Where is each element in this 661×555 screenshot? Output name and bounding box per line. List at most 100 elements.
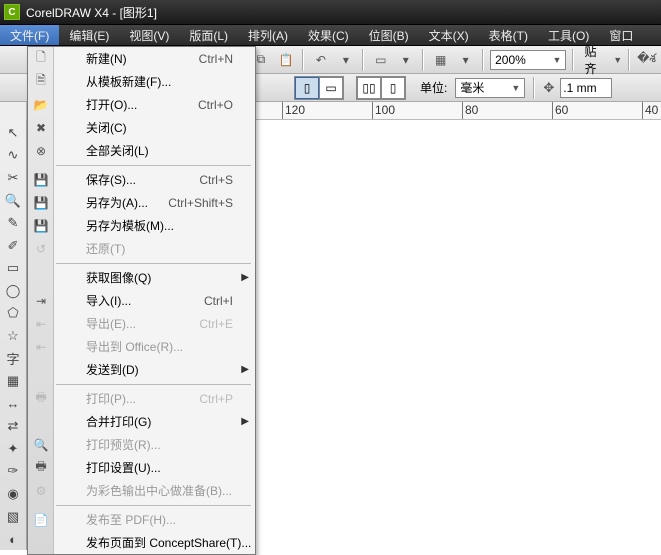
menu-item[interactable]: 🗎从模板新建(F)...: [28, 70, 255, 93]
menu-item-label: 打印设置(U)...: [54, 459, 255, 476]
tool-freehand-icon[interactable]: ✎: [2, 212, 25, 234]
menu-item[interactable]: ⇥导入(I)...Ctrl+I: [28, 289, 255, 312]
snap-label[interactable]: 贴齐: [584, 43, 607, 77]
menu-item[interactable]: 合并打印(G)▶: [28, 410, 255, 433]
revert-icon: ↺: [28, 242, 54, 256]
tool-shape-icon[interactable]: ∿: [2, 145, 25, 167]
template-icon: 🗎: [28, 71, 54, 92]
tool-fill-icon[interactable]: ▧: [2, 506, 25, 528]
menu-item-label: 发送到(D): [54, 361, 255, 378]
tool-pick-icon[interactable]: ↖: [2, 122, 25, 144]
paste-icon[interactable]: 📋: [275, 49, 296, 71]
tool-crop-icon[interactable]: ✂: [2, 167, 25, 189]
menu-item: 🖶打印(P)...Ctrl+P: [28, 387, 255, 410]
menu-item-label: 打开(O)...: [54, 96, 198, 113]
printset-icon: 🖶: [28, 457, 54, 478]
ruler-tick: 40: [642, 102, 643, 119]
menu-item[interactable]: 发布页面到 ConceptShare(T)...: [28, 531, 255, 554]
menu-item-label: 另存为(A)...: [54, 194, 168, 211]
menu-item[interactable]: 💾另存为(A)...Ctrl+Shift+S: [28, 191, 255, 214]
menu-4[interactable]: 排列(A): [238, 25, 298, 45]
tool-rect-icon[interactable]: ▭: [2, 257, 25, 279]
menu-item[interactable]: 📂打开(O)...Ctrl+O: [28, 93, 255, 116]
menu-item-label: 打印预览(R)...: [54, 436, 255, 453]
menu-item-label: 另存为模板(M)...: [54, 217, 255, 234]
tool-polygon-icon[interactable]: ⬠: [2, 303, 25, 325]
nudge-distance-input[interactable]: .1 mm: [560, 78, 612, 98]
menu-item[interactable]: 🗋新建(N)Ctrl+N: [28, 47, 255, 70]
menu-item-label: 获取图像(Q): [54, 269, 255, 286]
menu-6[interactable]: 位图(B): [359, 25, 419, 45]
app-icon: C: [4, 4, 20, 20]
menu-item-label: 为彩色输出中心做准备(B)...: [54, 482, 255, 499]
separator: [572, 49, 574, 71]
app-launcher-icon[interactable]: ▦: [430, 49, 451, 71]
tool-connector-icon[interactable]: ⇄: [2, 416, 25, 438]
menu-item: ⚙为彩色输出中心做准备(B)...: [28, 479, 255, 502]
zoom-level-combo[interactable]: 200% ▼: [490, 50, 566, 70]
ruler-tick: 120: [282, 102, 283, 119]
menu-item-label: 关闭(C): [54, 119, 255, 136]
menu-item-label: 导入(I)...: [54, 292, 204, 309]
toolbox: ↖∿✂🔍✎✐▭◯⬠☆字▦↔⇄✦✑◉▧◐: [0, 120, 27, 550]
units-combo[interactable]: 毫米 ▼: [455, 78, 525, 98]
undo-icon[interactable]: ↶: [310, 49, 331, 71]
menu-item-label: 全部关闭(L): [54, 142, 255, 159]
dropdown-icon[interactable]: ▾: [455, 49, 476, 71]
tool-outline-icon[interactable]: ◉: [2, 483, 25, 505]
ruler-origin[interactable]: [0, 102, 27, 120]
tool-dimension-icon[interactable]: ↔: [2, 393, 25, 415]
menu-item-label: 导出到 Office(R)...: [54, 338, 255, 355]
tool-text-icon[interactable]: 字: [2, 348, 25, 370]
menu-5[interactable]: 效果(C): [298, 25, 359, 45]
menu-item-shortcut: Ctrl+I: [204, 294, 255, 308]
menu-item: 📄发布至 PDF(H)...: [28, 508, 255, 531]
menu-item: ⇤导出(E)...Ctrl+E: [28, 312, 255, 335]
tool-zoom-icon[interactable]: 🔍: [2, 190, 25, 212]
menu-3[interactable]: 版面(L): [179, 25, 238, 45]
exportoff-icon: ⇤: [28, 340, 54, 354]
menu-item[interactable]: 发送到(D)▶: [28, 358, 255, 381]
tool-table-icon[interactable]: ▦: [2, 370, 25, 392]
export-icon[interactable]: ▾: [395, 49, 416, 71]
tool-effects-icon[interactable]: ✦: [2, 438, 25, 460]
tool-interactive-icon[interactable]: ◐: [2, 528, 25, 550]
menu-item-shortcut: Ctrl+O: [198, 98, 255, 112]
menu-7[interactable]: 文本(X): [419, 25, 479, 45]
menu-item[interactable]: 💾另存为模板(M)...: [28, 214, 255, 237]
menu-2[interactable]: 视图(V): [119, 25, 179, 45]
menu-item-label: 保存(S)...: [54, 171, 199, 188]
options-icon[interactable]: �శ: [636, 49, 657, 71]
menu-item[interactable]: 🖶打印设置(U)...: [28, 456, 255, 479]
import-icon[interactable]: ▭: [370, 49, 391, 71]
menu-item[interactable]: ⊗全部关闭(L): [28, 139, 255, 162]
menu-1[interactable]: 编辑(E): [59, 25, 119, 45]
saveas-icon: 💾: [28, 196, 54, 210]
chevron-down-icon[interactable]: ▼: [613, 55, 622, 65]
menu-item[interactable]: 获取图像(Q)▶: [28, 266, 255, 289]
portrait-button[interactable]: ▯: [295, 77, 319, 99]
landscape-button[interactable]: ▭: [319, 77, 343, 99]
tool-shapes-icon[interactable]: ☆: [2, 325, 25, 347]
import-icon: ⇥: [28, 294, 54, 308]
page-layout-button-1[interactable]: ▯▯: [357, 77, 381, 99]
menu-item-label: 从模板新建(F)...: [54, 73, 255, 90]
redo-icon[interactable]: ▾: [335, 49, 356, 71]
menu-item[interactable]: 💾保存(S)...Ctrl+S: [28, 168, 255, 191]
menu-8[interactable]: 表格(T): [479, 25, 538, 45]
titlebar: C CorelDRAW X4 - [图形1]: [0, 0, 661, 25]
export-icon: ⇤: [28, 317, 54, 331]
tool-ellipse-icon[interactable]: ◯: [2, 280, 25, 302]
page-layout-button-2[interactable]: ▯: [381, 77, 405, 99]
submenu-arrow-icon: ▶: [241, 364, 249, 375]
menu-0[interactable]: 文件(F): [0, 25, 59, 45]
menu-item-label: 发布页面到 ConceptShare(T)...: [54, 534, 255, 551]
tool-eyedrop-icon[interactable]: ✑: [2, 461, 25, 483]
tool-smart-icon[interactable]: ✐: [2, 235, 25, 257]
separator: [302, 49, 304, 71]
separator: [628, 49, 630, 71]
menu-item: ↺还原(T): [28, 237, 255, 260]
separator: [533, 77, 535, 99]
menu-item[interactable]: ✖关闭(C): [28, 116, 255, 139]
menu-item-label: 新建(N): [54, 50, 199, 67]
